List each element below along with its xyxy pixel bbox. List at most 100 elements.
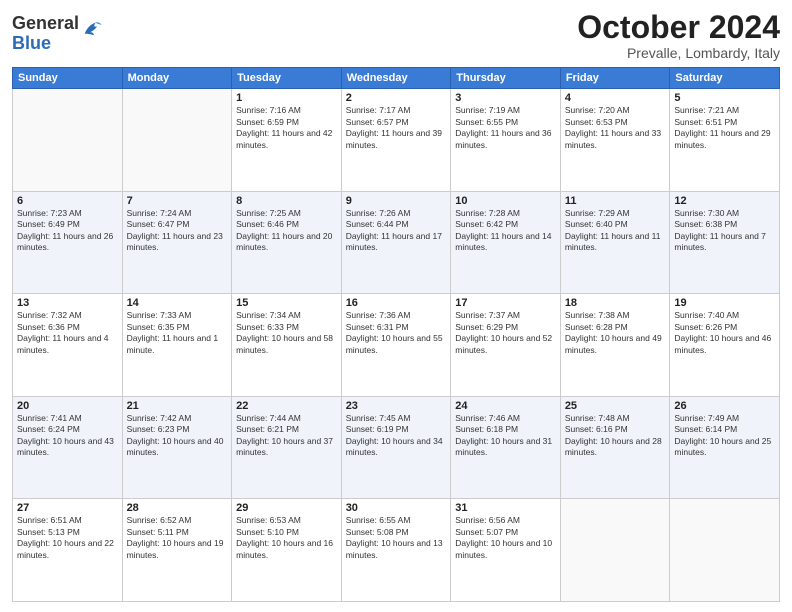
day-number: 28 — [127, 502, 228, 514]
day-info: Sunrise: 7:29 AM Sunset: 6:40 PM Dayligh… — [565, 208, 666, 254]
day-info: Sunrise: 7:32 AM Sunset: 6:36 PM Dayligh… — [17, 310, 118, 356]
calendar-cell: 14Sunrise: 7:33 AM Sunset: 6:35 PM Dayli… — [122, 294, 232, 397]
calendar-cell: 23Sunrise: 7:45 AM Sunset: 6:19 PM Dayli… — [341, 396, 451, 499]
day-number: 13 — [17, 297, 118, 309]
day-info: Sunrise: 7:44 AM Sunset: 6:21 PM Dayligh… — [236, 413, 337, 459]
day-info: Sunrise: 7:30 AM Sunset: 6:38 PM Dayligh… — [674, 208, 775, 254]
day-info: Sunrise: 6:52 AM Sunset: 5:11 PM Dayligh… — [127, 515, 228, 561]
calendar-cell — [122, 89, 232, 192]
day-info: Sunrise: 7:23 AM Sunset: 6:49 PM Dayligh… — [17, 208, 118, 254]
calendar-cell — [670, 499, 780, 602]
day-number: 30 — [346, 502, 447, 514]
weekday-header-row: SundayMondayTuesdayWednesdayThursdayFrid… — [13, 68, 780, 89]
day-info: Sunrise: 7:28 AM Sunset: 6:42 PM Dayligh… — [455, 208, 556, 254]
weekday-header-monday: Monday — [122, 68, 232, 89]
week-row-4: 20Sunrise: 7:41 AM Sunset: 6:24 PM Dayli… — [13, 396, 780, 499]
calendar-cell: 31Sunrise: 6:56 AM Sunset: 5:07 PM Dayli… — [451, 499, 561, 602]
calendar-cell: 29Sunrise: 6:53 AM Sunset: 5:10 PM Dayli… — [232, 499, 342, 602]
header: General Blue October 2024 Prevalle, Lomb… — [12, 10, 780, 61]
day-info: Sunrise: 7:19 AM Sunset: 6:55 PM Dayligh… — [455, 105, 556, 151]
day-info: Sunrise: 7:33 AM Sunset: 6:35 PM Dayligh… — [127, 310, 228, 356]
calendar-cell: 18Sunrise: 7:38 AM Sunset: 6:28 PM Dayli… — [560, 294, 670, 397]
day-info: Sunrise: 7:26 AM Sunset: 6:44 PM Dayligh… — [346, 208, 447, 254]
day-info: Sunrise: 7:41 AM Sunset: 6:24 PM Dayligh… — [17, 413, 118, 459]
day-info: Sunrise: 6:53 AM Sunset: 5:10 PM Dayligh… — [236, 515, 337, 561]
calendar-cell: 1Sunrise: 7:16 AM Sunset: 6:59 PM Daylig… — [232, 89, 342, 192]
calendar-cell: 25Sunrise: 7:48 AM Sunset: 6:16 PM Dayli… — [560, 396, 670, 499]
day-number: 10 — [455, 195, 556, 207]
calendar-cell: 10Sunrise: 7:28 AM Sunset: 6:42 PM Dayli… — [451, 191, 561, 294]
calendar-cell: 8Sunrise: 7:25 AM Sunset: 6:46 PM Daylig… — [232, 191, 342, 294]
calendar-cell: 22Sunrise: 7:44 AM Sunset: 6:21 PM Dayli… — [232, 396, 342, 499]
day-info: Sunrise: 7:48 AM Sunset: 6:16 PM Dayligh… — [565, 413, 666, 459]
logo-blue: Blue — [12, 33, 51, 53]
calendar-cell: 11Sunrise: 7:29 AM Sunset: 6:40 PM Dayli… — [560, 191, 670, 294]
calendar-table: SundayMondayTuesdayWednesdayThursdayFrid… — [12, 67, 780, 602]
day-info: Sunrise: 7:24 AM Sunset: 6:47 PM Dayligh… — [127, 208, 228, 254]
day-number: 12 — [674, 195, 775, 207]
week-row-5: 27Sunrise: 6:51 AM Sunset: 5:13 PM Dayli… — [13, 499, 780, 602]
calendar-cell — [13, 89, 123, 192]
week-row-1: 1Sunrise: 7:16 AM Sunset: 6:59 PM Daylig… — [13, 89, 780, 192]
day-info: Sunrise: 6:56 AM Sunset: 5:07 PM Dayligh… — [455, 515, 556, 561]
calendar-cell: 12Sunrise: 7:30 AM Sunset: 6:38 PM Dayli… — [670, 191, 780, 294]
logo-bird-icon — [81, 19, 103, 41]
weekday-header-thursday: Thursday — [451, 68, 561, 89]
day-number: 14 — [127, 297, 228, 309]
logo-general: General — [12, 13, 79, 33]
day-number: 22 — [236, 400, 337, 412]
calendar-cell — [560, 499, 670, 602]
calendar-cell: 2Sunrise: 7:17 AM Sunset: 6:57 PM Daylig… — [341, 89, 451, 192]
calendar-cell: 15Sunrise: 7:34 AM Sunset: 6:33 PM Dayli… — [232, 294, 342, 397]
day-number: 1 — [236, 92, 337, 104]
day-info: Sunrise: 7:16 AM Sunset: 6:59 PM Dayligh… — [236, 105, 337, 151]
calendar-cell: 28Sunrise: 6:52 AM Sunset: 5:11 PM Dayli… — [122, 499, 232, 602]
day-number: 7 — [127, 195, 228, 207]
calendar-cell: 30Sunrise: 6:55 AM Sunset: 5:08 PM Dayli… — [341, 499, 451, 602]
calendar-cell: 3Sunrise: 7:19 AM Sunset: 6:55 PM Daylig… — [451, 89, 561, 192]
calendar-cell: 5Sunrise: 7:21 AM Sunset: 6:51 PM Daylig… — [670, 89, 780, 192]
calendar-cell: 27Sunrise: 6:51 AM Sunset: 5:13 PM Dayli… — [13, 499, 123, 602]
day-number: 6 — [17, 195, 118, 207]
day-number: 27 — [17, 502, 118, 514]
day-number: 23 — [346, 400, 447, 412]
day-number: 31 — [455, 502, 556, 514]
day-info: Sunrise: 7:45 AM Sunset: 6:19 PM Dayligh… — [346, 413, 447, 459]
calendar-cell: 26Sunrise: 7:49 AM Sunset: 6:14 PM Dayli… — [670, 396, 780, 499]
day-info: Sunrise: 7:36 AM Sunset: 6:31 PM Dayligh… — [346, 310, 447, 356]
calendar-cell: 7Sunrise: 7:24 AM Sunset: 6:47 PM Daylig… — [122, 191, 232, 294]
day-number: 16 — [346, 297, 447, 309]
calendar-cell: 4Sunrise: 7:20 AM Sunset: 6:53 PM Daylig… — [560, 89, 670, 192]
day-number: 19 — [674, 297, 775, 309]
day-info: Sunrise: 6:55 AM Sunset: 5:08 PM Dayligh… — [346, 515, 447, 561]
day-number: 25 — [565, 400, 666, 412]
day-number: 15 — [236, 297, 337, 309]
weekday-header-friday: Friday — [560, 68, 670, 89]
day-number: 9 — [346, 195, 447, 207]
day-info: Sunrise: 7:49 AM Sunset: 6:14 PM Dayligh… — [674, 413, 775, 459]
day-info: Sunrise: 7:37 AM Sunset: 6:29 PM Dayligh… — [455, 310, 556, 356]
calendar-cell: 9Sunrise: 7:26 AM Sunset: 6:44 PM Daylig… — [341, 191, 451, 294]
weekday-header-saturday: Saturday — [670, 68, 780, 89]
day-number: 26 — [674, 400, 775, 412]
day-number: 24 — [455, 400, 556, 412]
page: General Blue October 2024 Prevalle, Lomb… — [0, 0, 792, 612]
weekday-header-sunday: Sunday — [13, 68, 123, 89]
day-number: 4 — [565, 92, 666, 104]
day-info: Sunrise: 7:21 AM Sunset: 6:51 PM Dayligh… — [674, 105, 775, 151]
calendar-cell: 19Sunrise: 7:40 AM Sunset: 6:26 PM Dayli… — [670, 294, 780, 397]
week-row-2: 6Sunrise: 7:23 AM Sunset: 6:49 PM Daylig… — [13, 191, 780, 294]
day-number: 11 — [565, 195, 666, 207]
calendar-cell: 24Sunrise: 7:46 AM Sunset: 6:18 PM Dayli… — [451, 396, 561, 499]
calendar-cell: 20Sunrise: 7:41 AM Sunset: 6:24 PM Dayli… — [13, 396, 123, 499]
calendar-cell: 6Sunrise: 7:23 AM Sunset: 6:49 PM Daylig… — [13, 191, 123, 294]
day-info: Sunrise: 7:46 AM Sunset: 6:18 PM Dayligh… — [455, 413, 556, 459]
week-row-3: 13Sunrise: 7:32 AM Sunset: 6:36 PM Dayli… — [13, 294, 780, 397]
calendar-cell: 13Sunrise: 7:32 AM Sunset: 6:36 PM Dayli… — [13, 294, 123, 397]
weekday-header-tuesday: Tuesday — [232, 68, 342, 89]
day-info: Sunrise: 6:51 AM Sunset: 5:13 PM Dayligh… — [17, 515, 118, 561]
day-number: 18 — [565, 297, 666, 309]
calendar-cell: 16Sunrise: 7:36 AM Sunset: 6:31 PM Dayli… — [341, 294, 451, 397]
day-info: Sunrise: 7:17 AM Sunset: 6:57 PM Dayligh… — [346, 105, 447, 151]
day-number: 8 — [236, 195, 337, 207]
